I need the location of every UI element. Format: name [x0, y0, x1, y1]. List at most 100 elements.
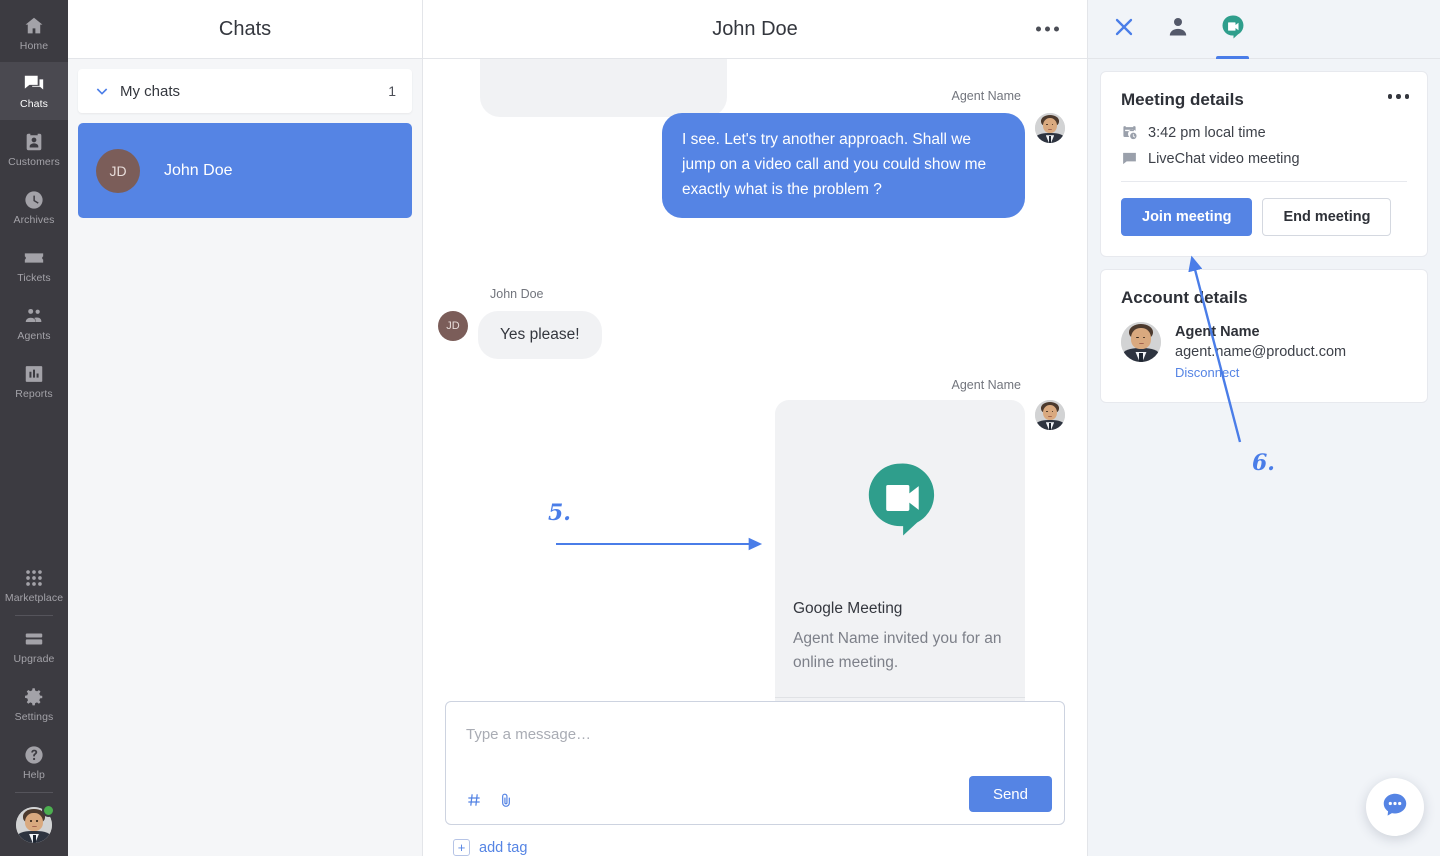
meeting-details-card: Meeting details 3:42 pm local time LiveC… [1100, 71, 1428, 257]
nav-item-marketplace-label: Marketplace [4, 591, 64, 604]
chat-group-count: 1 [388, 83, 396, 99]
nav-item-home-label: Home [19, 39, 49, 52]
conversation-title: John Doe [712, 17, 798, 40]
nav-item-reports-label: Reports [15, 387, 53, 400]
details-content: Meeting details 3:42 pm local time LiveC… [1088, 59, 1440, 427]
nav-item-archives-label: Archives [13, 213, 55, 226]
person-icon [1166, 15, 1190, 44]
nav-item-upgrade-label: Upgrade [13, 652, 55, 665]
account-details-title: Account details [1121, 288, 1248, 307]
nav-item-settings[interactable]: Settings [0, 675, 68, 733]
google-meet-logo-area [775, 400, 1025, 600]
meeting-time: 3:42 pm local time [1148, 124, 1266, 141]
account-info: Agent Name agent.name@product.com Discon… [1175, 322, 1346, 382]
archives-icon [23, 189, 45, 211]
meeting-type-row: LiveChat video meeting [1121, 150, 1407, 167]
agents-icon [23, 305, 45, 327]
chat-group-my-chats[interactable]: My chats 1 [78, 69, 412, 113]
message-bubble: Yes please! [478, 311, 602, 359]
message-author: John Doe [490, 287, 544, 301]
tab-active-underline [1216, 55, 1249, 59]
chat-list-panel: Chats My chats 1 JD John Doe [68, 0, 423, 856]
composer-tools [466, 792, 514, 808]
annotation-label-5: 5. [548, 500, 571, 526]
conversation-header: John Doe [423, 0, 1087, 59]
message-composer[interactable]: Type a message… Send [445, 701, 1065, 825]
google-meet-icon [1220, 14, 1245, 44]
meeting-more-options-icon[interactable] [1387, 94, 1409, 99]
chats-icon [23, 73, 45, 95]
meeting-actions: Join meeting End meeting [1121, 182, 1407, 236]
nav-item-help-label: Help [23, 768, 45, 781]
close-panel-button[interactable] [1108, 0, 1140, 59]
nav-item-chats[interactable]: Chats [0, 62, 68, 120]
chat-icon [1121, 150, 1138, 167]
join-meeting-button[interactable]: Join meeting [1121, 198, 1253, 236]
nav-item-upgrade[interactable]: Upgrade [0, 617, 68, 675]
chat-list-header: Chats [68, 0, 422, 59]
nav-divider-2 [15, 792, 53, 793]
plus-icon: + [453, 839, 470, 856]
status-indicator-online [42, 804, 55, 817]
tab-customer-details[interactable] [1162, 0, 1194, 59]
chat-bubble-dots-icon [1380, 790, 1410, 825]
meeting-time-row: 3:42 pm local time [1121, 124, 1407, 141]
chat-list-item-name: John Doe [164, 161, 233, 179]
conversation-more-options-icon[interactable] [1028, 19, 1067, 40]
nav-item-reports[interactable]: Reports [0, 352, 68, 410]
avatar [1121, 322, 1161, 362]
message-input-placeholder: Type a message… [466, 726, 592, 743]
meeting-type: LiveChat video meeting [1148, 150, 1300, 167]
message-bubble: I see. Let's try another approach. Shall… [662, 113, 1025, 218]
google-meeting-card[interactable]: Google Meeting Agent Name invited you fo… [775, 400, 1025, 701]
customers-icon [23, 131, 45, 153]
chat-list-item-john-doe[interactable]: JD John Doe [78, 123, 412, 218]
upgrade-icon [23, 628, 45, 650]
nav-item-settings-label: Settings [14, 710, 54, 723]
end-meeting-button[interactable]: End meeting [1262, 198, 1392, 236]
disconnect-link[interactable]: Disconnect [1175, 363, 1346, 382]
tickets-icon [23, 247, 45, 269]
nav-item-agents-label: Agents [17, 329, 51, 342]
nav-item-chats-label: Chats [20, 97, 48, 110]
reports-icon [23, 363, 45, 385]
help-icon [23, 744, 45, 766]
avatar: JD [96, 148, 140, 193]
nav-item-customers[interactable]: Customers [0, 120, 68, 178]
message-list: Agent Name I see. Let's try another appr… [423, 59, 1087, 701]
account-row: Agent Name agent.name@product.com Discon… [1121, 322, 1407, 382]
nav-item-marketplace[interactable]: Marketplace [0, 556, 68, 614]
nav-item-tickets-label: Tickets [17, 271, 51, 284]
tab-meeting-details[interactable] [1216, 0, 1249, 59]
nav-item-home[interactable]: Home [0, 4, 68, 62]
message-customer-text: John Doe JD Yes please! [438, 285, 602, 359]
annotation-label-6: 6. [1252, 450, 1275, 476]
google-meet-icon [861, 459, 939, 542]
current-agent-avatar[interactable] [0, 794, 68, 856]
home-icon [23, 15, 45, 37]
google-meeting-card-title: Google Meeting [793, 600, 903, 617]
nav-item-help[interactable]: Help [0, 733, 68, 791]
paperclip-icon[interactable] [498, 792, 514, 808]
google-meeting-card-description: Agent Name invited you for an online mee… [793, 630, 1002, 671]
app-root: Home Chats Customers Archives Tickets Ag… [0, 0, 1440, 856]
avatar [1035, 113, 1065, 143]
avatar [1035, 400, 1065, 430]
message-author: Agent Name [951, 89, 1021, 103]
message-meeting-card: Agent Name Google Meeting Agent Name inv… [445, 376, 1065, 701]
close-icon [1112, 15, 1136, 44]
marketplace-icon [23, 567, 45, 589]
account-details-card: Account details Agent Name agent.name@pr… [1100, 269, 1428, 403]
nav-item-archives[interactable]: Archives [0, 178, 68, 236]
avatar: JD [438, 311, 468, 341]
details-tab-bar [1088, 0, 1440, 59]
composer-area: Type a message… Send + add tag [423, 701, 1087, 856]
nav-item-tickets[interactable]: Tickets [0, 236, 68, 294]
send-button[interactable]: Send [968, 776, 1052, 812]
add-tag-button[interactable]: + add tag [445, 825, 1065, 856]
floating-chat-widget-button[interactable] [1366, 778, 1424, 836]
hash-icon[interactable] [466, 792, 482, 808]
google-meeting-card-body: Google Meeting Agent Name invited you fo… [775, 600, 1025, 697]
nav-item-agents[interactable]: Agents [0, 294, 68, 352]
message-author: Agent Name [951, 378, 1021, 392]
